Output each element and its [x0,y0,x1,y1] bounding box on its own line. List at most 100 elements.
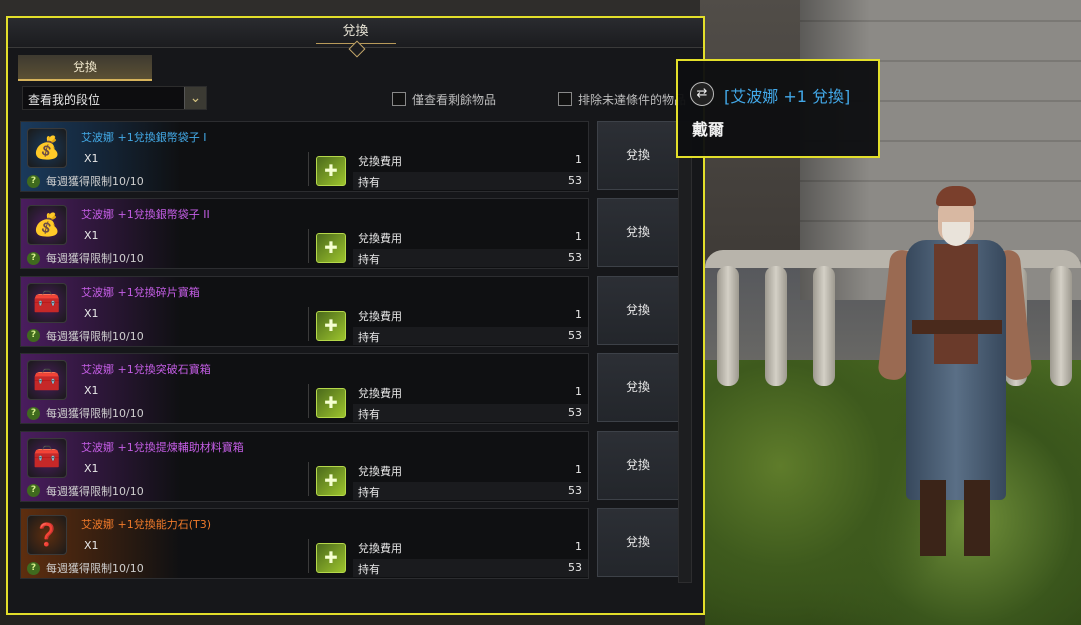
item-name: 艾波娜 +1兌換提煉輔助材料寶箱 [81,440,244,454]
weekly-limit-text: 每週獲得限制10/10 [46,175,144,188]
item-quantity: X1 [84,306,99,320]
title-ornament [315,43,396,53]
help-icon[interactable]: ? [27,406,40,420]
exclude-unmet-checkbox[interactable]: 排除未達條件的物品 [558,90,688,108]
window-title-bar[interactable]: 兌換 [8,18,703,48]
help-icon[interactable]: ? [27,174,40,188]
exchange-item-list: 💰 艾波娜 +1兌換銀幣袋子 I X1 ? 每週獲得限制10/10 ✚ 兌換費用… [20,121,679,583]
shard-chest-icon[interactable]: 🧰 [27,282,67,323]
item-quantity: X1 [84,152,99,165]
owned-value: 53 [568,251,582,265]
owned-label: 持有 [358,253,380,267]
weekly-limit: ? 每週獲得限制10/10 [27,250,144,266]
only-remaining-checkbox[interactable]: 僅查看剩餘物品 [392,90,552,108]
weekly-limit-text: 每週獲得限制10/10 [46,407,144,421]
owned-label: 持有 [358,408,380,422]
silver-pouch-icon[interactable]: 💰 [27,128,67,168]
divider [308,152,309,186]
refining-material-chest-icon[interactable]: 🧰 [27,437,67,478]
cost-label: 兌換費用 [358,387,402,401]
item-card[interactable]: 🧰 艾波娜 +1兌換突破石寶箱 X1 ? 每週獲得限制10/10 ✚ 兌換費用 … [20,353,589,425]
chevron-down-icon[interactable]: ⌄ [184,87,206,109]
help-icon[interactable]: ? [27,561,40,575]
exchange-row: 💰 艾波娜 +1兌換銀幣袋子 I X1 ? 每週獲得限制10/10 ✚ 兌換費用… [20,121,679,192]
owned-label: 持有 [358,485,380,499]
tab-exchange[interactable]: 兌換 [18,55,152,81]
owned-value: 53 [568,328,582,342]
owned-label: 持有 [358,563,380,576]
window-title: 兌換 [342,24,369,39]
owned-bar [353,481,588,500]
owned-label: 持有 [358,330,380,344]
item-card[interactable]: 🧰 艾波娜 +1兌換碎片寶箱 X1 ? 每週獲得限制10/10 ✚ 兌換費用 1… [20,275,589,347]
exchange-button[interactable]: 兌換 [597,275,679,345]
weekly-limit-text: 每週獲得限制10/10 [46,252,144,266]
cost-value: 1 [575,307,582,321]
exchange-token-icon: ✚ [316,156,346,186]
rank-dropdown[interactable]: 查看我的段位 ⌄ [22,86,207,110]
silver-pouch-icon[interactable]: 💰 [27,205,67,246]
item-name: 艾波娜 +1兌換銀幣袋子 I [81,131,207,144]
help-icon[interactable]: ? [27,251,40,265]
exchange-row: 🧰 艾波娜 +1兌換提煉輔助材料寶箱 X1 ? 每週獲得限制10/10 ✚ 兌換… [20,430,679,502]
dropdown-value: 查看我的段位 [28,93,101,107]
nameplate-title: [艾波娜 +1 兌換] [724,87,851,106]
npc-character[interactable] [876,180,1033,560]
weekly-limit: ? 每週獲得限制10/10 [27,328,144,344]
item-card[interactable]: 💰 艾波娜 +1兌換銀幣袋子 I X1 ? 每週獲得限制10/10 ✚ 兌換費用… [20,121,589,192]
owned-value: 53 [568,174,582,187]
item-name: 艾波娜 +1兌換能力石(T3) [81,518,212,531]
item-name: 艾波娜 +1兌換銀幣袋子 II [81,208,210,222]
help-icon[interactable]: ? [27,329,40,343]
item-name: 艾波娜 +1兌換突破石寶箱 [81,363,211,377]
exchange-token-icon: ✚ [316,310,346,341]
checkbox-label: 僅查看剩餘物品 [412,92,497,107]
item-card[interactable]: 🧰 艾波娜 +1兌換提煉輔助材料寶箱 X1 ? 每週獲得限制10/10 ✚ 兌換… [20,430,589,502]
exchange-button[interactable]: 兌換 [597,121,679,190]
exchange-button[interactable]: 兌換 [597,198,679,268]
exchange-button[interactable]: 兌換 [597,353,679,423]
weekly-limit-text: 每週獲得限制10/10 [46,329,144,343]
owned-bar [353,172,588,190]
cost-value: 1 [575,540,582,553]
exchange-window: 兌換 兌換 查看我的段位 ⌄ 僅查看剩餘物品 排除未達條件的物品 💰 艾波娜 +… [6,16,705,615]
ability-stone-icon[interactable]: ❓ [27,515,67,555]
weekly-limit: ? 每週獲得限制10/10 [27,173,144,189]
item-quantity: X1 [84,229,99,243]
owned-bar [353,326,588,345]
cost-value: 1 [575,462,582,476]
item-card[interactable]: 💰 艾波娜 +1兌換銀幣袋子 II X1 ? 每週獲得限制10/10 ✚ 兌換費… [20,198,589,270]
weekly-limit: ? 每週獲得限制10/10 [27,483,144,499]
exchange-row: 💰 艾波娜 +1兌換銀幣袋子 II X1 ? 每週獲得限制10/10 ✚ 兌換費… [20,198,679,270]
cost-label: 兌換費用 [358,155,402,168]
weekly-limit: ? 每週獲得限制10/10 [27,405,144,421]
exchange-row: ❓ 艾波娜 +1兌換能力石(T3) X1 ? 每週獲得限制10/10 ✚ 兌換費… [20,508,679,579]
exchange-token-icon: ✚ [316,543,346,573]
checkbox-box[interactable] [392,92,406,106]
owned-value: 53 [568,483,582,497]
breakthrough-stone-chest-icon[interactable]: 🧰 [27,360,67,401]
divider [308,461,309,496]
exchange-button[interactable]: 兌換 [597,508,679,577]
checkbox-box[interactable] [558,92,572,106]
weekly-limit: ? 每週獲得限制10/10 [27,560,144,576]
exchange-row: 🧰 艾波娜 +1兌換突破石寶箱 X1 ? 每週獲得限制10/10 ✚ 兌換費用 … [20,353,679,425]
cost-label: 兌換費用 [358,464,402,478]
owned-bar [353,559,588,577]
owned-bar [353,404,588,423]
divider [308,384,309,419]
tab-bar: 兌換 [18,55,152,81]
cost-label: 兌換費用 [358,232,402,246]
cost-value: 1 [575,153,582,166]
exchange-token-icon: ✚ [316,233,346,264]
help-icon[interactable]: ? [27,484,40,498]
divider [308,229,309,264]
item-card[interactable]: ❓ 艾波娜 +1兌換能力石(T3) X1 ? 每週獲得限制10/10 ✚ 兌換費… [20,508,589,579]
cost-label: 兌換費用 [358,309,402,323]
exchange-token-icon: ✚ [316,465,346,496]
item-quantity: X1 [84,384,99,398]
npc-nameplate: ⇄ [艾波娜 +1 兌換] 戴爾 [676,59,880,158]
owned-value: 53 [568,561,582,574]
exchange-button[interactable]: 兌換 [597,430,679,500]
scrollbar[interactable] [678,121,692,583]
